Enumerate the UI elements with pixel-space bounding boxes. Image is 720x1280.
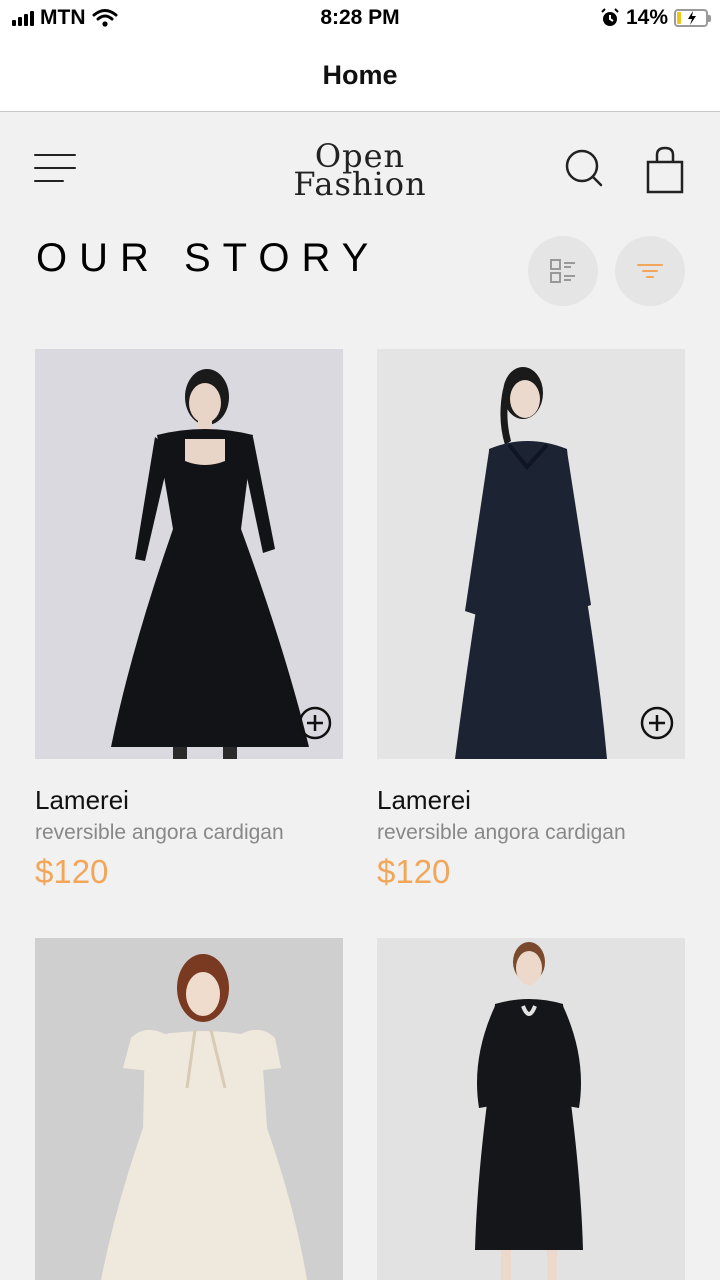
logo-line-2: Fashion — [293, 165, 427, 203]
product-brand[interactable]: Lamerei — [377, 785, 471, 816]
alarm-icon — [601, 8, 619, 26]
product-photo — [377, 349, 685, 759]
product-image[interactable] — [377, 938, 685, 1280]
product-card[interactable] — [35, 938, 343, 1280]
nav-title: Home — [322, 60, 398, 90]
list-view-icon — [550, 259, 575, 283]
product-description: reversible angora cardigan — [377, 821, 626, 844]
product-price: $120 — [35, 853, 109, 890]
search-icon[interactable] — [562, 146, 606, 190]
app-header: Open Fashion — [0, 112, 720, 230]
navigation-bar: Home — [0, 40, 720, 112]
battery-percent: 14% — [625, 6, 668, 29]
product-brand[interactable]: Lamerei — [35, 785, 129, 816]
filter-icon — [637, 264, 663, 278]
product-photo — [35, 938, 343, 1280]
product-image[interactable] — [377, 349, 685, 759]
product-image[interactable] — [35, 938, 343, 1280]
product-card[interactable]: Lamerei reversible angora cardigan $120 — [377, 349, 685, 890]
product-price: $120 — [377, 853, 451, 890]
product-card[interactable]: Lamerei reversible angora cardigan $120 — [35, 349, 343, 890]
status-right: 14% — [600, 6, 711, 30]
logo: Open Fashion — [0, 140, 720, 203]
product-card[interactable] — [377, 938, 685, 1280]
status-bar: MTN 8:28 PM 14% — [0, 0, 720, 40]
list-view-button[interactable] — [528, 236, 598, 306]
product-photo — [377, 938, 685, 1280]
add-to-cart-icon[interactable] — [639, 705, 675, 741]
section-title: OUR STORY — [36, 236, 381, 280]
product-image[interactable] — [35, 349, 343, 759]
product-description: reversible angora cardigan — [35, 821, 284, 844]
shopping-bag-icon[interactable] — [644, 146, 688, 194]
filter-button[interactable] — [615, 236, 685, 306]
product-photo — [35, 349, 343, 759]
battery-icon — [674, 9, 711, 27]
add-to-cart-icon[interactable] — [297, 705, 333, 741]
